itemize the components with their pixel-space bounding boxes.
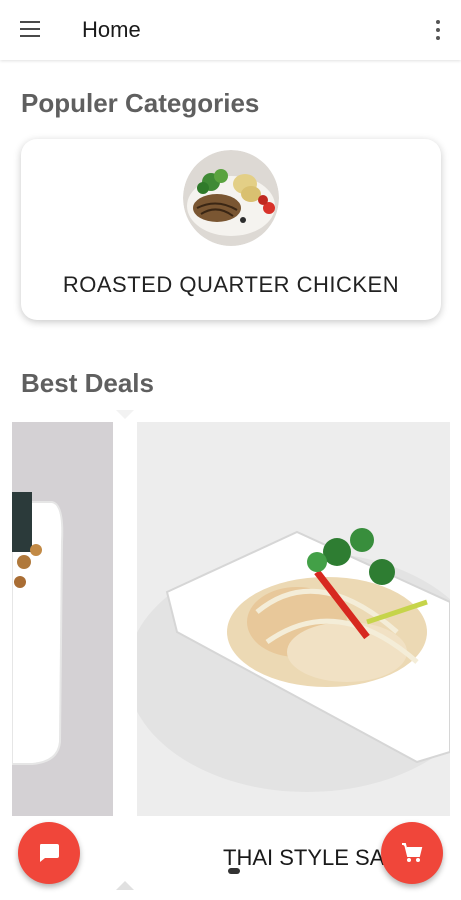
popular-categories-heading: Populer Categories <box>21 88 260 118</box>
hamburger-menu-icon[interactable] <box>18 17 44 43</box>
cart-fab-button[interactable] <box>381 822 443 884</box>
app-bar: Home <box>0 0 461 60</box>
carousel-notch-top <box>116 410 134 419</box>
carousel-notch-bottom <box>116 881 134 890</box>
category-label: ROASTED QUARTER CHICKEN <box>62 272 400 297</box>
cart-icon <box>402 843 423 862</box>
category-image <box>183 150 279 246</box>
more-vert-icon[interactable] <box>429 18 447 42</box>
chat-fab-button[interactable] <box>18 822 80 884</box>
deal-slide-current[interactable] <box>137 422 450 816</box>
deal-slide-previous[interactable] <box>12 422 113 816</box>
carousel-page-indicator <box>228 868 240 874</box>
page-title: Home <box>82 17 141 42</box>
best-deals-carousel[interactable]: THAI STYLE SALAD <box>0 410 461 900</box>
category-card[interactable]: ROASTED QUARTER CHICKEN <box>21 139 441 320</box>
chat-icon <box>40 844 59 862</box>
best-deals-heading: Best Deals <box>21 368 154 398</box>
